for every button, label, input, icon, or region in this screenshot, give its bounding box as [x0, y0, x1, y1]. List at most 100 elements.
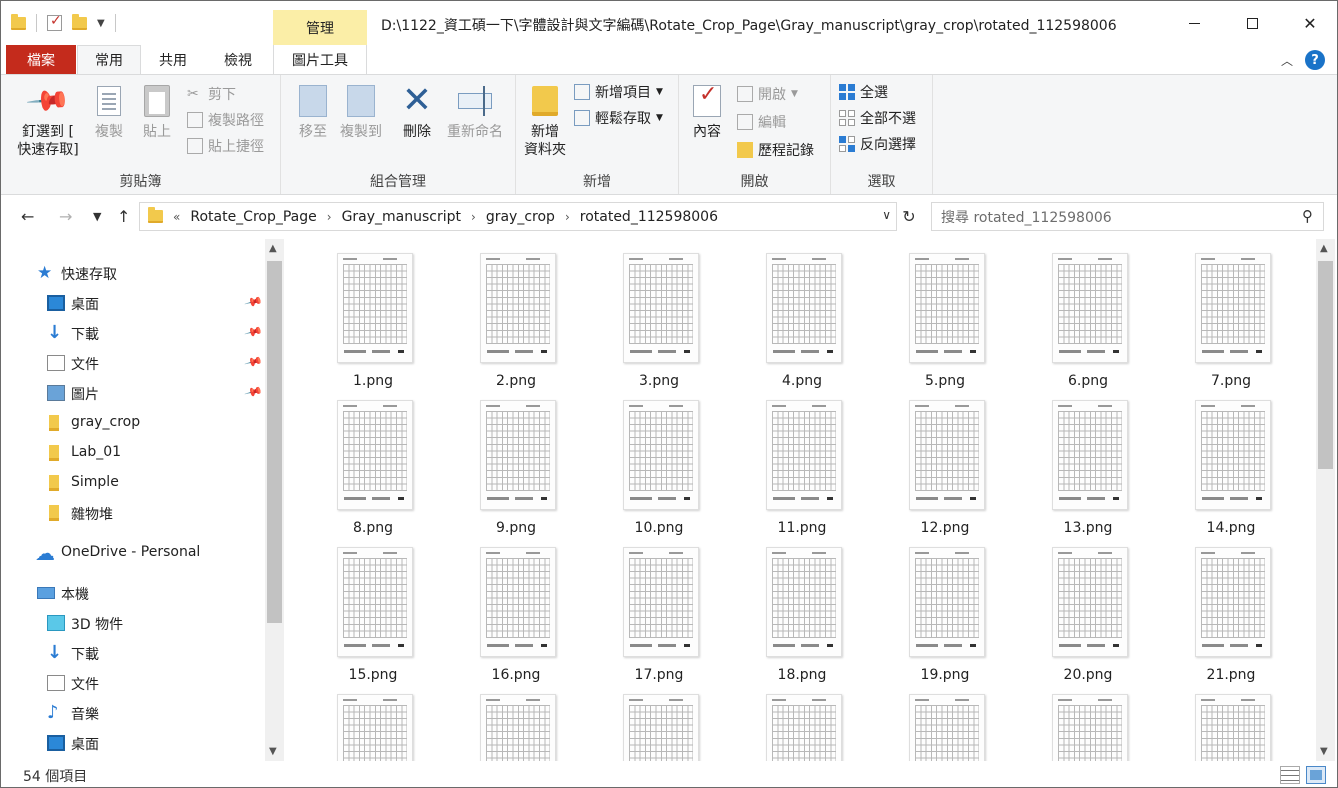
sidebar-item-pictures[interactable]: 圖片 📌	[1, 378, 263, 408]
sidebar-item-gray-crop[interactable]: gray_crop	[1, 408, 263, 438]
properties-icon[interactable]	[47, 13, 62, 31]
copy-button[interactable]: 複製	[89, 83, 129, 141]
copy-to-button[interactable]: 複製到	[337, 83, 385, 141]
tab-file[interactable]: 檔案	[6, 45, 76, 74]
file-item[interactable]: 21.png	[1171, 533, 1291, 683]
search-input[interactable]: 搜尋 rotated_112598006 ⚲	[931, 202, 1324, 231]
refresh-icon[interactable]: ↻	[899, 202, 919, 231]
new-folder-icon[interactable]	[72, 13, 87, 30]
recent-locations-chevron-icon[interactable]: ▼	[93, 210, 101, 223]
history-button[interactable]: 歷程記錄	[737, 139, 814, 161]
select-all-button[interactable]: 全選	[839, 81, 888, 103]
file-item[interactable]: 7.png	[1171, 239, 1291, 389]
sidebar-item-misc[interactable]: 雜物堆	[1, 498, 263, 528]
scroll-up-chevron-icon[interactable]: ▲	[269, 243, 277, 254]
sidebar-item-lab-01[interactable]: Lab_01	[1, 438, 263, 468]
breadcrumb-item[interactable]: gray_crop	[486, 209, 555, 225]
pin-icon[interactable]: 📌	[244, 352, 264, 372]
file-item[interactable]: 2.png	[456, 239, 576, 389]
paste-shortcut-button[interactable]: 貼上捷徑	[187, 135, 264, 157]
pin-icon[interactable]: 📌	[244, 382, 264, 402]
file-item[interactable]: 4.png	[742, 239, 862, 389]
properties-button[interactable]: 內容	[687, 83, 727, 141]
new-folder-button[interactable]: 新增 資料夾	[522, 83, 568, 159]
maximize-button[interactable]	[1223, 1, 1281, 45]
sidebar-item-music[interactable]: ♪ 音樂	[1, 698, 263, 728]
customize-toolbar-chevron-icon[interactable]: ▼	[97, 18, 105, 29]
address-dropdown-chevron-icon[interactable]: ∨	[882, 208, 891, 222]
back-arrow-icon[interactable]: ←	[21, 207, 34, 226]
tab-share[interactable]: 共用	[141, 45, 205, 74]
forward-arrow-icon[interactable]: →	[59, 207, 72, 226]
sidebar-item-quick-access[interactable]: ★ 快速存取	[1, 258, 263, 288]
delete-button[interactable]: ✕ 刪除	[399, 83, 435, 141]
cut-button[interactable]: ✂ 剪下	[187, 83, 236, 105]
open-button[interactable]: 開啟 ▼	[737, 83, 798, 105]
sidebar-item-3d-objects[interactable]: 3D 物件	[1, 608, 263, 638]
file-item[interactable]: 9.png	[456, 386, 576, 536]
file-item[interactable]: 8.png	[313, 386, 433, 536]
breadcrumb-item[interactable]: Gray_manuscript	[342, 209, 461, 225]
breadcrumb-item[interactable]: Rotate_Crop_Page	[190, 209, 316, 225]
file-item[interactable]	[885, 680, 1005, 761]
move-to-button[interactable]: 移至	[293, 83, 333, 141]
file-item[interactable]: 14.png	[1171, 386, 1291, 536]
file-item[interactable]	[1028, 680, 1148, 761]
sidebar-item-documents-pc[interactable]: 文件	[1, 668, 263, 698]
up-arrow-icon[interactable]: ↑	[117, 207, 130, 226]
file-item[interactable]	[599, 680, 719, 761]
file-item[interactable]	[456, 680, 576, 761]
rename-button[interactable]: 重新命名	[443, 83, 507, 141]
sidebar-item-desktop-pc[interactable]: 桌面	[1, 728, 263, 758]
file-item[interactable]: 11.png	[742, 386, 862, 536]
breadcrumb-chevron-icon[interactable]: ›	[565, 210, 570, 224]
file-item[interactable]: 15.png	[313, 533, 433, 683]
easy-access-button[interactable]: 輕鬆存取 ▼	[574, 107, 663, 129]
file-item[interactable]: 3.png	[599, 239, 719, 389]
breadcrumb-chevron-icon[interactable]: ›	[471, 210, 476, 224]
scroll-up-chevron-icon[interactable]: ▲	[1320, 243, 1328, 254]
scrollbar-thumb[interactable]	[1318, 261, 1333, 469]
tab-view[interactable]: 檢視	[205, 45, 271, 74]
file-item[interactable]: 10.png	[599, 386, 719, 536]
file-item[interactable]	[742, 680, 862, 761]
file-item[interactable]	[1171, 680, 1291, 761]
paste-button[interactable]: 貼上	[137, 83, 177, 141]
close-button[interactable]: ✕	[1281, 1, 1337, 45]
invert-selection-button[interactable]: 反向選擇	[839, 133, 916, 155]
new-item-button[interactable]: 新增項目 ▼	[574, 81, 663, 103]
pin-to-quick-access-button[interactable]: 📌 釘選到 [ 快速存取]	[13, 77, 83, 159]
file-item[interactable]	[313, 680, 433, 761]
tab-home[interactable]: 常用	[77, 45, 141, 74]
sidebar-item-onedrive[interactable]: ☁ OneDrive - Personal	[1, 538, 263, 568]
select-none-button[interactable]: 全部不選	[839, 107, 916, 129]
breadcrumb-overflow[interactable]: «	[173, 210, 180, 224]
edit-button[interactable]: 編輯	[737, 111, 786, 133]
scrollbar-thumb[interactable]	[267, 261, 282, 623]
sidebar-item-documents[interactable]: 文件 📌	[1, 348, 263, 378]
minimize-button[interactable]	[1165, 1, 1223, 45]
manage-context-tab[interactable]: 管理	[273, 10, 367, 45]
collapse-ribbon-chevron-up-icon[interactable]: ︿	[1281, 52, 1293, 69]
details-view-icon[interactable]	[1280, 766, 1300, 784]
pin-icon[interactable]: 📌	[244, 322, 264, 342]
file-item[interactable]: 16.png	[456, 533, 576, 683]
file-item[interactable]: 18.png	[742, 533, 862, 683]
file-item[interactable]: 1.png	[313, 239, 433, 389]
large-icons-view-icon[interactable]	[1306, 766, 1326, 784]
file-item[interactable]: 5.png	[885, 239, 1005, 389]
scroll-down-chevron-icon[interactable]: ▼	[269, 746, 277, 757]
navigation-pane-scrollbar[interactable]: ▲ ▼	[265, 239, 284, 761]
file-item[interactable]: 6.png	[1028, 239, 1148, 389]
scroll-down-chevron-icon[interactable]: ▼	[1320, 746, 1328, 757]
sidebar-item-desktop[interactable]: 桌面 📌	[1, 288, 263, 318]
sidebar-item-this-pc[interactable]: 本機	[1, 578, 263, 608]
sidebar-item-downloads[interactable]: ↓ 下載 📌	[1, 318, 263, 348]
tab-picture-tools[interactable]: 圖片工具	[273, 45, 367, 74]
file-item[interactable]: 20.png	[1028, 533, 1148, 683]
help-icon[interactable]: ?	[1305, 50, 1325, 70]
address-bar[interactable]: « Rotate_Crop_Page › Gray_manuscript › g…	[139, 202, 897, 231]
sidebar-item-downloads-pc[interactable]: ↓ 下載	[1, 638, 263, 668]
pin-icon[interactable]: 📌	[244, 292, 264, 312]
sidebar-item-simple[interactable]: Simple	[1, 468, 263, 498]
